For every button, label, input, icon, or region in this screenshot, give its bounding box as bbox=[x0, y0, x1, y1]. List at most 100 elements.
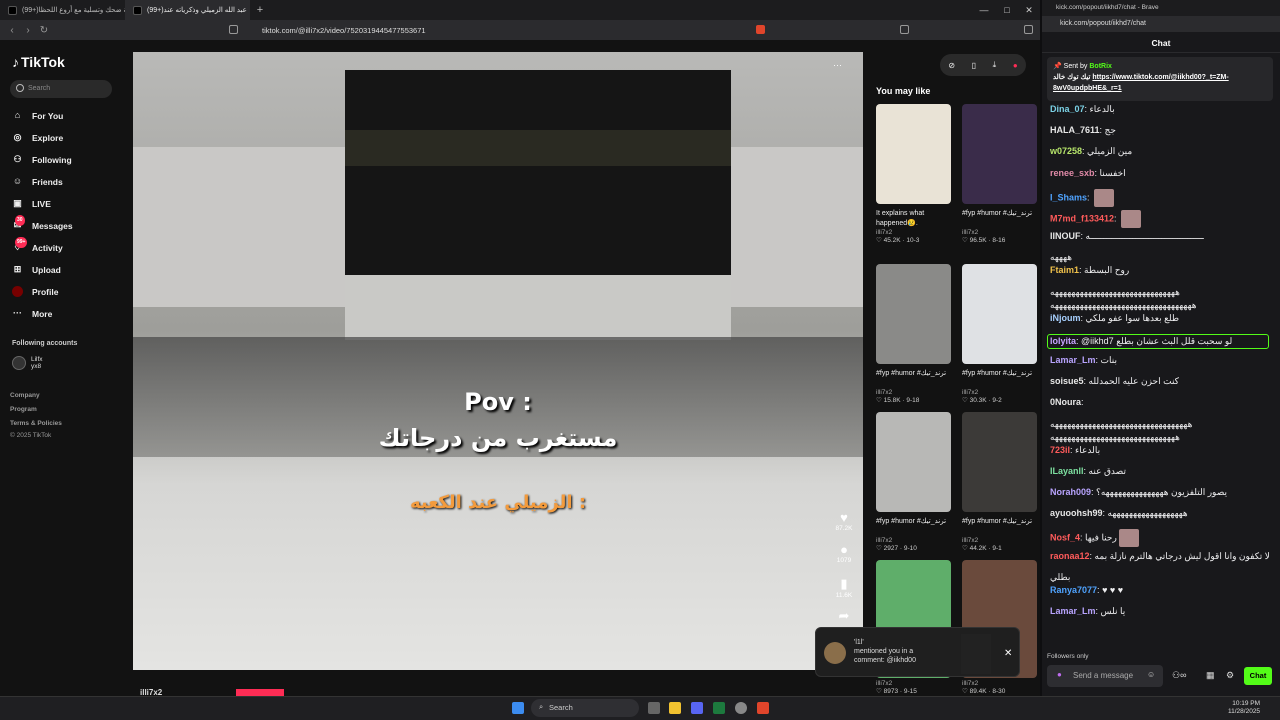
chat-username[interactable]: 0Noura bbox=[1050, 397, 1081, 407]
chat-message[interactable]: Nosf_4: رحنا فيها bbox=[1050, 529, 1272, 548]
task-view-icon[interactable] bbox=[648, 702, 660, 714]
tiktok-logo[interactable]: ♪ TikTok bbox=[12, 54, 65, 70]
recommended-video-card[interactable]: #fyp #humor #ترند_تيك illi7x2 ♡ 44.2K · 9-… bbox=[962, 412, 1037, 552]
maximize-button[interactable]: □ bbox=[996, 0, 1018, 20]
following-account[interactable]: Lilfx yx8 bbox=[12, 356, 43, 370]
discord-icon[interactable] bbox=[691, 702, 703, 714]
nav-friends[interactable]: ☺ Friends bbox=[12, 176, 63, 187]
footer-program[interactable]: Program bbox=[10, 406, 37, 413]
close-notification-icon[interactable]: ✕ bbox=[1004, 648, 1012, 659]
chat-message[interactable]: IINOUF: ــــــــــــــــــــــــــــــــ… bbox=[1050, 231, 1272, 242]
follow-button[interactable] bbox=[236, 689, 284, 696]
chat-message[interactable]: بطلي bbox=[1050, 572, 1272, 583]
chat-message[interactable]: ayuoohsh99: ههههههههههههههههههه bbox=[1050, 508, 1272, 519]
tab-1[interactable]: (99+)لعبة ضحك وتسلية مع أروع اللحظا✕ bbox=[0, 0, 125, 20]
share-button[interactable]: ➦ bbox=[829, 608, 859, 624]
chat-message[interactable]: هههههههههههههههههههههههههههههههههه bbox=[1050, 419, 1272, 430]
nav-messages[interactable]: ✉30 Messages bbox=[12, 215, 73, 231]
excel-icon[interactable] bbox=[713, 702, 725, 714]
chat-message[interactable]: soisue5: كنت احزن عليه الحمدلله bbox=[1050, 376, 1272, 387]
chat-message[interactable]: Lamar_Lm: بنات bbox=[1050, 355, 1272, 366]
nav-more[interactable]: ··· More bbox=[12, 308, 52, 319]
chat-username[interactable]: renee_sxb bbox=[1050, 168, 1095, 178]
app-icon[interactable] bbox=[735, 702, 747, 714]
back-icon[interactable]: ‹ bbox=[4, 25, 20, 36]
chat-username[interactable]: raonaa12 bbox=[1050, 551, 1090, 561]
settings-gear-icon[interactable]: ⚙ bbox=[1226, 670, 1234, 681]
chat-username[interactable]: Lamar_Lm bbox=[1050, 355, 1096, 365]
gift-icon[interactable]: ▦ bbox=[1206, 670, 1215, 681]
chat-message[interactable]: lolyita: @iikhd7 لو سحبت قلل البث عشان ب… bbox=[1047, 333, 1269, 349]
chat-username[interactable]: IINOUF bbox=[1050, 231, 1081, 241]
chat-message[interactable]: iNjoum: طلع بعدها سوا عفو ملكي bbox=[1050, 313, 1272, 324]
bookmark-icon[interactable] bbox=[229, 25, 238, 34]
chat-username[interactable]: HALA_7611 bbox=[1050, 125, 1100, 135]
nav-explore[interactable]: ◎ Explore bbox=[12, 132, 64, 143]
brave-shield-icon[interactable] bbox=[756, 25, 765, 34]
chat-username[interactable]: Lamar_Lm bbox=[1050, 606, 1096, 616]
menu-icon[interactable] bbox=[1024, 25, 1033, 34]
recommended-video-card[interactable]: #fyp #humor #ترند_تيك illi7x2 ♡ 15.8K · 9-… bbox=[876, 264, 951, 404]
tab-2[interactable]: (99+)عبد الله الزميلي وذكرياته عند✕ bbox=[125, 0, 250, 20]
extension-icon[interactable] bbox=[900, 25, 909, 34]
chat-username[interactable]: ILayanll bbox=[1050, 466, 1084, 476]
nav-profile[interactable]: Profile bbox=[12, 286, 58, 297]
chat-message[interactable]: renee_sxb: اخفسنا bbox=[1050, 168, 1272, 179]
chat-message[interactable]: ههههه bbox=[1050, 252, 1272, 263]
mention-notification[interactable]: 'l1l' mentioned you in a comment: @iikhd00… bbox=[815, 627, 1020, 677]
nav-following[interactable]: ⚇ Following bbox=[12, 154, 71, 165]
like-button[interactable]: ♥ 87.2K bbox=[829, 510, 859, 532]
windows-start-icon[interactable] bbox=[512, 702, 524, 714]
chat-message[interactable]: 723il: بالدعاء bbox=[1050, 445, 1272, 456]
nav-upload[interactable]: ⊞ Upload bbox=[12, 264, 61, 275]
chat-username[interactable]: w07258 bbox=[1050, 146, 1082, 156]
emoji-icon[interactable]: ☺ bbox=[1147, 670, 1155, 679]
chat-message[interactable]: Dina_07: بالدعاء bbox=[1050, 104, 1272, 115]
chat-message[interactable]: raonaa12: لا تكفون وانا اقول ليش درجاتي … bbox=[1050, 551, 1272, 562]
nav-live[interactable]: ▣ LIVE bbox=[12, 198, 51, 209]
nav-activity[interactable]: ♢99+ Activity bbox=[12, 237, 63, 253]
chat-message[interactable]: I_Shams: bbox=[1050, 188, 1272, 207]
close-window-button[interactable]: ✕ bbox=[1018, 0, 1040, 20]
chat-username[interactable]: Dina_07 bbox=[1050, 104, 1085, 114]
file-explorer-icon[interactable] bbox=[669, 702, 681, 714]
chat-url-field[interactable]: kick.com/popout/iikhd7/chat bbox=[1042, 16, 1280, 32]
footer-terms[interactable]: Terms & Policies bbox=[10, 420, 62, 427]
chat-username[interactable]: ayuoohsh99 bbox=[1050, 508, 1103, 518]
chat-message[interactable]: M7md_f133412: bbox=[1050, 210, 1272, 228]
chat-message[interactable]: Ranya7077: ♥ ♥ ♥ bbox=[1050, 585, 1272, 596]
chat-username[interactable]: 723il bbox=[1050, 445, 1070, 455]
chat-username[interactable]: soisue5 bbox=[1050, 376, 1084, 386]
taskbar-search[interactable]: ⌕ Search bbox=[531, 699, 639, 717]
footer-company[interactable]: Company bbox=[10, 392, 40, 399]
recommended-video-card[interactable]: It explains what happened😢. illi7x2 ♡ 45.2… bbox=[876, 104, 951, 244]
save-button[interactable]: ▮ 11.6K bbox=[829, 576, 859, 599]
reload-icon[interactable]: ↻ bbox=[36, 25, 52, 36]
video-player[interactable]: Pov : مستغرب من درجاتك الزميلي عند الكعب… bbox=[133, 52, 863, 670]
chat-username[interactable]: M7md_f133412 bbox=[1050, 213, 1114, 223]
nav-for-you[interactable]: ⌂ For You bbox=[12, 110, 64, 121]
chat-message[interactable]: ILayanll: تصدق عنه bbox=[1050, 466, 1272, 477]
recommended-video-card[interactable]: #fyp #humor #ترند_تيك illi7x2 ♡ 96.5K · 8-… bbox=[962, 104, 1037, 244]
chat-input[interactable]: ● Send a message ☺ bbox=[1047, 665, 1163, 687]
chat-username[interactable]: Nosf_4 bbox=[1050, 533, 1080, 543]
pinned-message[interactable]: 📌 Sent by BotRix تيك توك خالد https://ww… bbox=[1047, 57, 1273, 101]
chat-message[interactable]: Lamar_Lm: يا نلس bbox=[1050, 606, 1272, 617]
chat-username[interactable]: iNjoum bbox=[1050, 313, 1081, 323]
chat-message[interactable]: 0Noura: bbox=[1050, 397, 1272, 408]
video-more-icon[interactable]: ··· bbox=[833, 60, 842, 70]
chat-message[interactable]: HALA_7611: جج bbox=[1050, 125, 1272, 136]
recommended-video-card[interactable]: #fyp #humor #ترند_تيك illi7x2 ♡ 30.3K · 9-… bbox=[962, 264, 1037, 404]
new-tab-button[interactable]: + bbox=[250, 4, 270, 16]
chat-tools-icon[interactable]: ⚇∞ bbox=[1172, 670, 1186, 681]
chat-username[interactable]: lolyita bbox=[1050, 336, 1076, 346]
mic-icon[interactable]: ● bbox=[1057, 670, 1062, 679]
chat-username[interactable]: Ftaim1 bbox=[1050, 265, 1079, 275]
chat-message[interactable]: ههههههههههههههههههههههههههههههه bbox=[1050, 432, 1272, 443]
forward-icon[interactable]: › bbox=[20, 25, 36, 36]
chat-message[interactable]: ههههههههههههههههههههههههههههههههههه bbox=[1050, 300, 1272, 311]
search-input[interactable]: Search bbox=[10, 80, 112, 98]
download-icon[interactable]: ⤓ bbox=[993, 60, 997, 70]
url-field[interactable]: tiktok.com/@illi7x2/video/75203194454775… bbox=[262, 26, 426, 35]
autoscroll-icon[interactable]: ⊘ bbox=[948, 61, 955, 70]
